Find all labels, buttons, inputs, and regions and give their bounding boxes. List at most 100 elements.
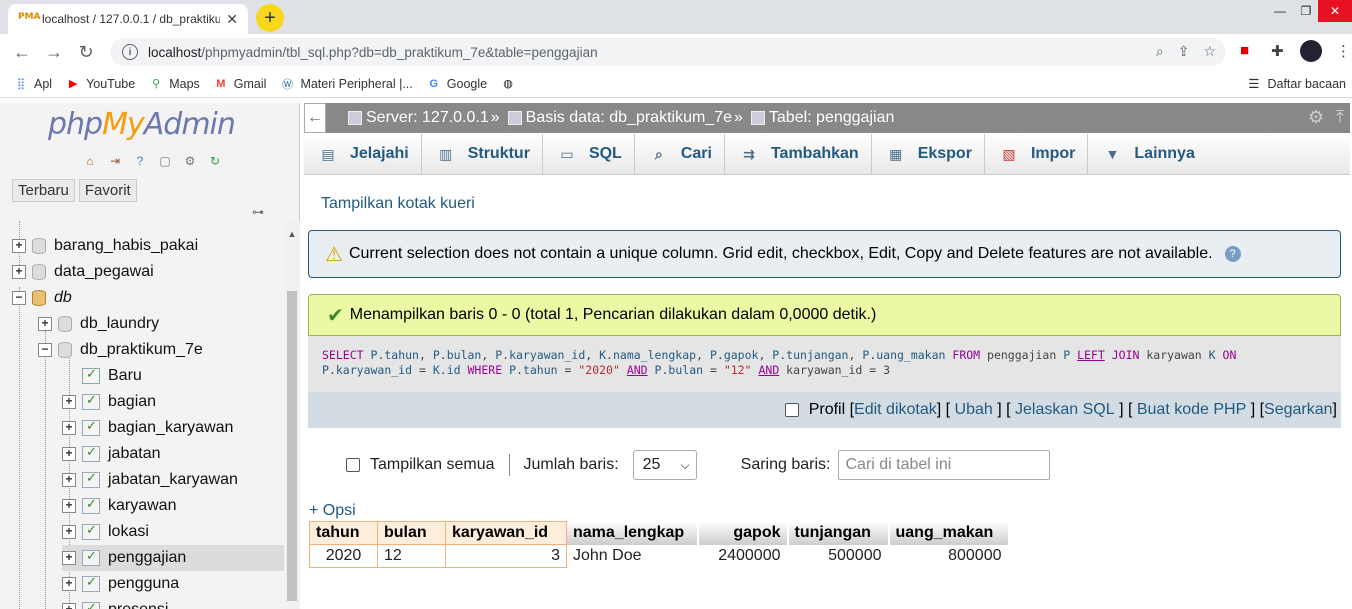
bookmark-maps[interactable]: ⚲ Maps (149, 77, 200, 91)
pdf-extension-icon[interactable]: ■ (1240, 42, 1249, 59)
column-header[interactable]: gapok (697, 521, 789, 545)
reload-icon[interactable]: ↻ (74, 40, 98, 64)
tree-item[interactable]: + bagian_karyawan (62, 415, 233, 441)
expand-icon[interactable]: + (38, 317, 52, 331)
column-header[interactable]: karyawan_id (445, 521, 567, 545)
expand-icon[interactable]: + (62, 551, 76, 565)
profiling-checkbox[interactable] (784, 403, 799, 417)
tab-ekspor[interactable]: ▦ Ekspor (872, 134, 985, 174)
expand-icon[interactable]: + (62, 421, 76, 435)
expand-icon[interactable]: + (12, 265, 26, 279)
tree-item[interactable]: + bagian (62, 389, 156, 415)
help-icon[interactable]: ? (1224, 246, 1241, 262)
site-info-icon[interactable]: i (122, 44, 138, 60)
tree-item[interactable]: + jabatan (62, 441, 161, 467)
column-header[interactable]: nama_lengkap (566, 521, 699, 545)
tab-lainnya[interactable]: ▼ Lainnya (1088, 134, 1206, 174)
profile-avatar[interactable] (1300, 40, 1322, 62)
logout-icon[interactable]: ⇥ (105, 151, 125, 171)
tree-item[interactable]: − db_praktikum_7e (38, 337, 203, 363)
breadcrumb-server[interactable]: Server: 127.0.0.1 (366, 109, 489, 127)
menu-icon[interactable]: ⋮ (1336, 42, 1351, 60)
forward-icon[interactable]: → (42, 40, 66, 64)
back-icon[interactable]: ← (10, 40, 34, 64)
options-link[interactable]: + Opsi (309, 502, 356, 520)
expand-icon[interactable]: + (62, 603, 76, 609)
explain-sql-link[interactable]: Jelaskan SQL (1015, 401, 1115, 419)
tab-impor[interactable]: ▧ Impor (985, 134, 1089, 174)
tree-item[interactable]: − db (12, 285, 72, 311)
restore-button[interactable]: ❐ (1292, 0, 1320, 22)
expand-icon[interactable]: + (62, 525, 76, 539)
tree-item[interactable]: + karyawan (62, 493, 176, 519)
column-header[interactable]: uang_makan (888, 521, 1010, 545)
expand-icon[interactable]: + (12, 239, 26, 253)
favorites-tab[interactable]: Favorit (78, 179, 137, 202)
tab-struktur[interactable]: ▥ Struktur (422, 134, 543, 174)
expand-icon[interactable]: + (62, 395, 76, 409)
tree-item[interactable]: + lokasi (62, 519, 149, 545)
bookmark-gmail[interactable]: M Gmail (214, 77, 266, 91)
tab-jelajahi[interactable]: ▤ Jelajahi (304, 134, 422, 174)
collapse-top-icon[interactable]: ⤒ (1336, 107, 1344, 128)
scroll-up-icon[interactable]: ▲ (284, 229, 300, 239)
new-tab-button[interactable]: + (256, 4, 284, 32)
browser-tab[interactable]: PMA localhost / 127.0.0.1 / db_praktikum… (8, 4, 248, 34)
tree-item[interactable]: + penggajian (62, 545, 284, 571)
bookmark-star-icon[interactable]: ☆ (1203, 43, 1216, 60)
breadcrumb-table[interactable]: Tabel: penggajian (769, 109, 894, 127)
settings-gear-icon[interactable]: ⚙ (1308, 107, 1324, 128)
tab-close-icon[interactable]: ✕ (226, 11, 238, 28)
reading-list[interactable]: ☰ Daftar bacaan (1248, 76, 1346, 92)
tab-cari[interactable]: ⌕ Cari (635, 134, 725, 174)
expand-icon[interactable]: + (62, 473, 76, 487)
collapse-icon[interactable]: − (38, 343, 52, 357)
breadcrumb-database[interactable]: Basis data: db_praktikum_7e (526, 109, 732, 127)
tree-item[interactable]: + barang_habis_pakai (12, 233, 198, 259)
extensions-icon[interactable]: ✚ (1271, 42, 1284, 60)
bookmark-materi[interactable]: Ⓦ Materi Peripheral |... (280, 77, 413, 91)
tree-item[interactable]: + pengguna (62, 571, 179, 597)
phpmyadmin-logo[interactable]: phpMyAdmin (48, 107, 236, 142)
docs-icon[interactable]: ▢ (155, 151, 175, 171)
recent-tab[interactable]: Terbaru (12, 179, 75, 202)
tree-item[interactable]: Baru (62, 363, 142, 389)
bookmark-globe[interactable]: ◍ (501, 77, 515, 91)
tree-scroll-thumb[interactable] (287, 291, 297, 601)
show-query-link[interactable]: Tampilkan kotak kueri (321, 195, 475, 213)
refresh-icon[interactable]: ↻ (205, 151, 225, 171)
column-header[interactable]: tunjangan (787, 521, 890, 545)
edit-inline-link[interactable]: Edit dikotak (854, 401, 937, 419)
bookmark-google[interactable]: G Google (427, 77, 487, 91)
close-window-button[interactable]: ✕ (1318, 0, 1352, 22)
minimize-button[interactable]: — (1266, 0, 1294, 22)
link-icon[interactable]: ⊶ (252, 205, 264, 219)
home-icon[interactable]: ⌂ (80, 151, 100, 171)
help-icon[interactable]: ? (130, 151, 150, 171)
show-all-checkbox[interactable] (346, 458, 360, 472)
tree-item[interactable]: + presensi (62, 597, 168, 609)
collapse-icon[interactable]: − (12, 291, 26, 305)
refresh-link[interactable]: Segarkan (1264, 401, 1333, 419)
expand-icon[interactable]: + (62, 577, 76, 591)
expand-icon[interactable]: + (62, 447, 76, 461)
bookmark-youtube[interactable]: ▶ YouTube (66, 77, 135, 91)
tree-item[interactable]: + data_pegawai (12, 259, 154, 285)
create-php-code-link[interactable]: Buat kode PHP (1137, 401, 1246, 419)
edit-link[interactable]: Ubah (955, 401, 993, 419)
tab-tambahkan[interactable]: ⇉ Tambahkan (725, 134, 872, 174)
filter-input[interactable]: Cari di tabel ini (838, 450, 1051, 480)
share-icon[interactable]: ⇪ (1178, 43, 1190, 60)
tree-item[interactable]: + jabatan_karyawan (62, 467, 238, 493)
bookmark-apps[interactable]: ⣿ Apl (14, 77, 52, 91)
zoom-icon[interactable]: ⌕ (1156, 43, 1164, 60)
tab-sql[interactable]: ▭ SQL (543, 134, 635, 174)
tree-item[interactable]: + db_laundry (38, 311, 159, 337)
address-bar[interactable]: i localhost/phpmyadmin/tbl_sql.php?db=db… (110, 38, 1226, 66)
expand-icon[interactable]: + (62, 499, 76, 513)
rows-select[interactable]: 25 ⌵ (632, 450, 697, 480)
column-header[interactable]: bulan (377, 521, 446, 545)
collapse-nav-button[interactable]: ← (304, 103, 326, 133)
column-header[interactable]: tahun (309, 521, 378, 545)
gear-icon[interactable]: ⚙ (180, 151, 200, 171)
